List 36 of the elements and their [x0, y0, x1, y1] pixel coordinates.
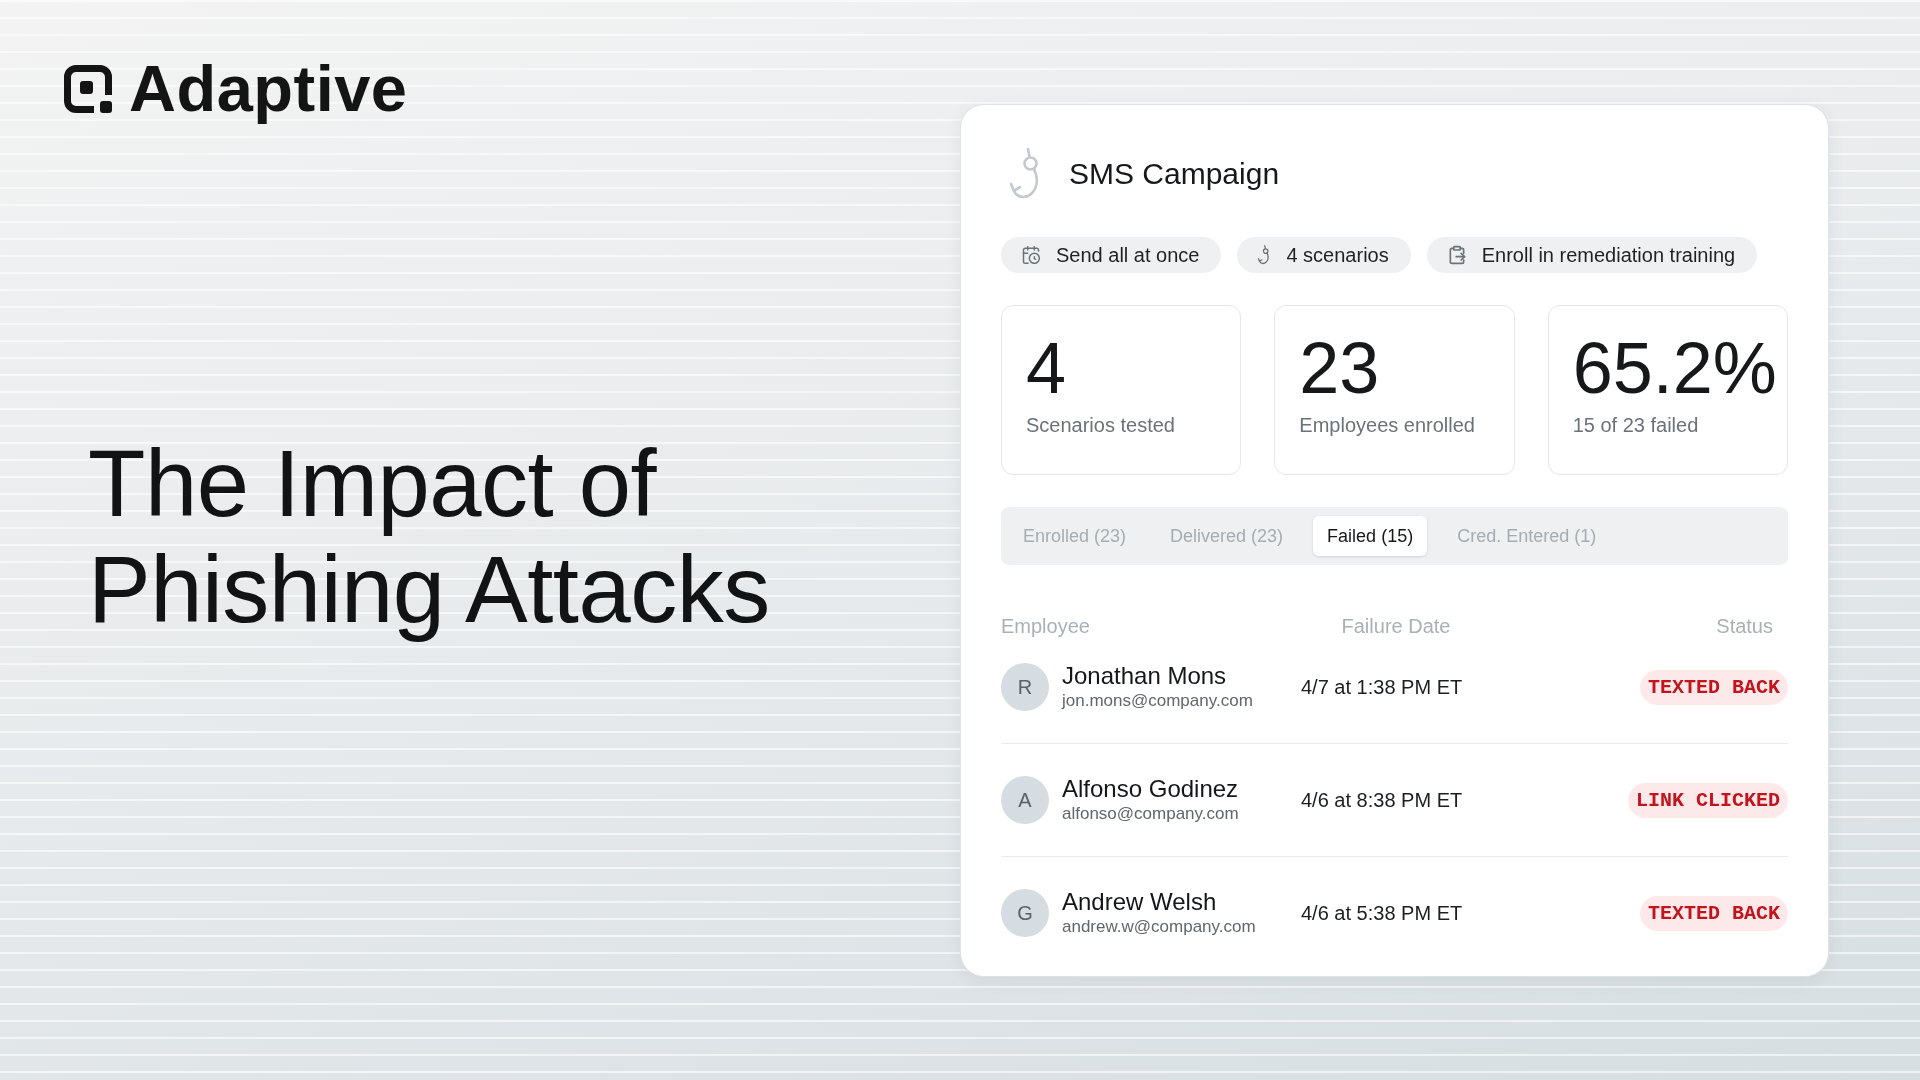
avatar: G	[1001, 889, 1049, 937]
employee-name: Alfonso Godinez	[1062, 775, 1239, 803]
avatar: R	[1001, 663, 1049, 711]
employee-email: jon.mons@company.com	[1062, 690, 1253, 712]
stat-label: Scenarios tested	[1026, 413, 1175, 437]
employee-email: andrew.w@company.com	[1062, 916, 1256, 938]
filter-tab[interactable]: Cred. Entered (1)	[1443, 516, 1611, 556]
stat-label: Employees enrolled	[1299, 413, 1475, 437]
employee-name: Andrew Welsh	[1062, 888, 1218, 916]
chip-label: 4 scenarios	[1286, 243, 1389, 267]
column-header: Status	[1716, 614, 1774, 638]
filter-tab[interactable]: Enrolled (23)	[1009, 516, 1141, 556]
filter-tab[interactable]: Failed (15)	[1313, 516, 1428, 556]
chip-label: Enroll in remediation training	[1481, 243, 1736, 267]
fishhook-icon	[1257, 245, 1272, 265]
stat-value: 4	[1026, 332, 1067, 404]
status-badge: TEXTED BACK	[1639, 895, 1788, 931]
avatar: A	[1001, 776, 1049, 824]
column-header: Failure Date	[1341, 614, 1451, 638]
column-header: Employee	[1001, 614, 1090, 638]
stat-value: 65.2%	[1572, 332, 1777, 404]
logo-icon	[64, 64, 112, 113]
failure-date: 4/6 at 5:38 PM ET	[1301, 901, 1463, 925]
headline: The Impact of Phishing Attacks	[88, 431, 770, 643]
campaign-title: SMS Campaign	[1069, 156, 1280, 192]
status-badge: TEXTED BACK	[1639, 669, 1788, 705]
stat-value: 23	[1299, 332, 1380, 404]
employee-name: Jonathan Mons	[1062, 662, 1228, 690]
failure-date: 4/6 at 8:38 PM ET	[1301, 788, 1463, 812]
stat-label: 15 of 23 failed	[1572, 413, 1699, 437]
filter-tab[interactable]: Delivered (23)	[1156, 516, 1298, 556]
employee-email: alfonso@company.com	[1062, 803, 1239, 825]
status-badge: LINK CLICKED	[1627, 782, 1788, 818]
chip-label: Send all at once	[1056, 243, 1200, 267]
calendar-clock-icon	[1021, 245, 1041, 265]
failure-date: 4/7 at 1:38 PM ET	[1301, 675, 1463, 699]
